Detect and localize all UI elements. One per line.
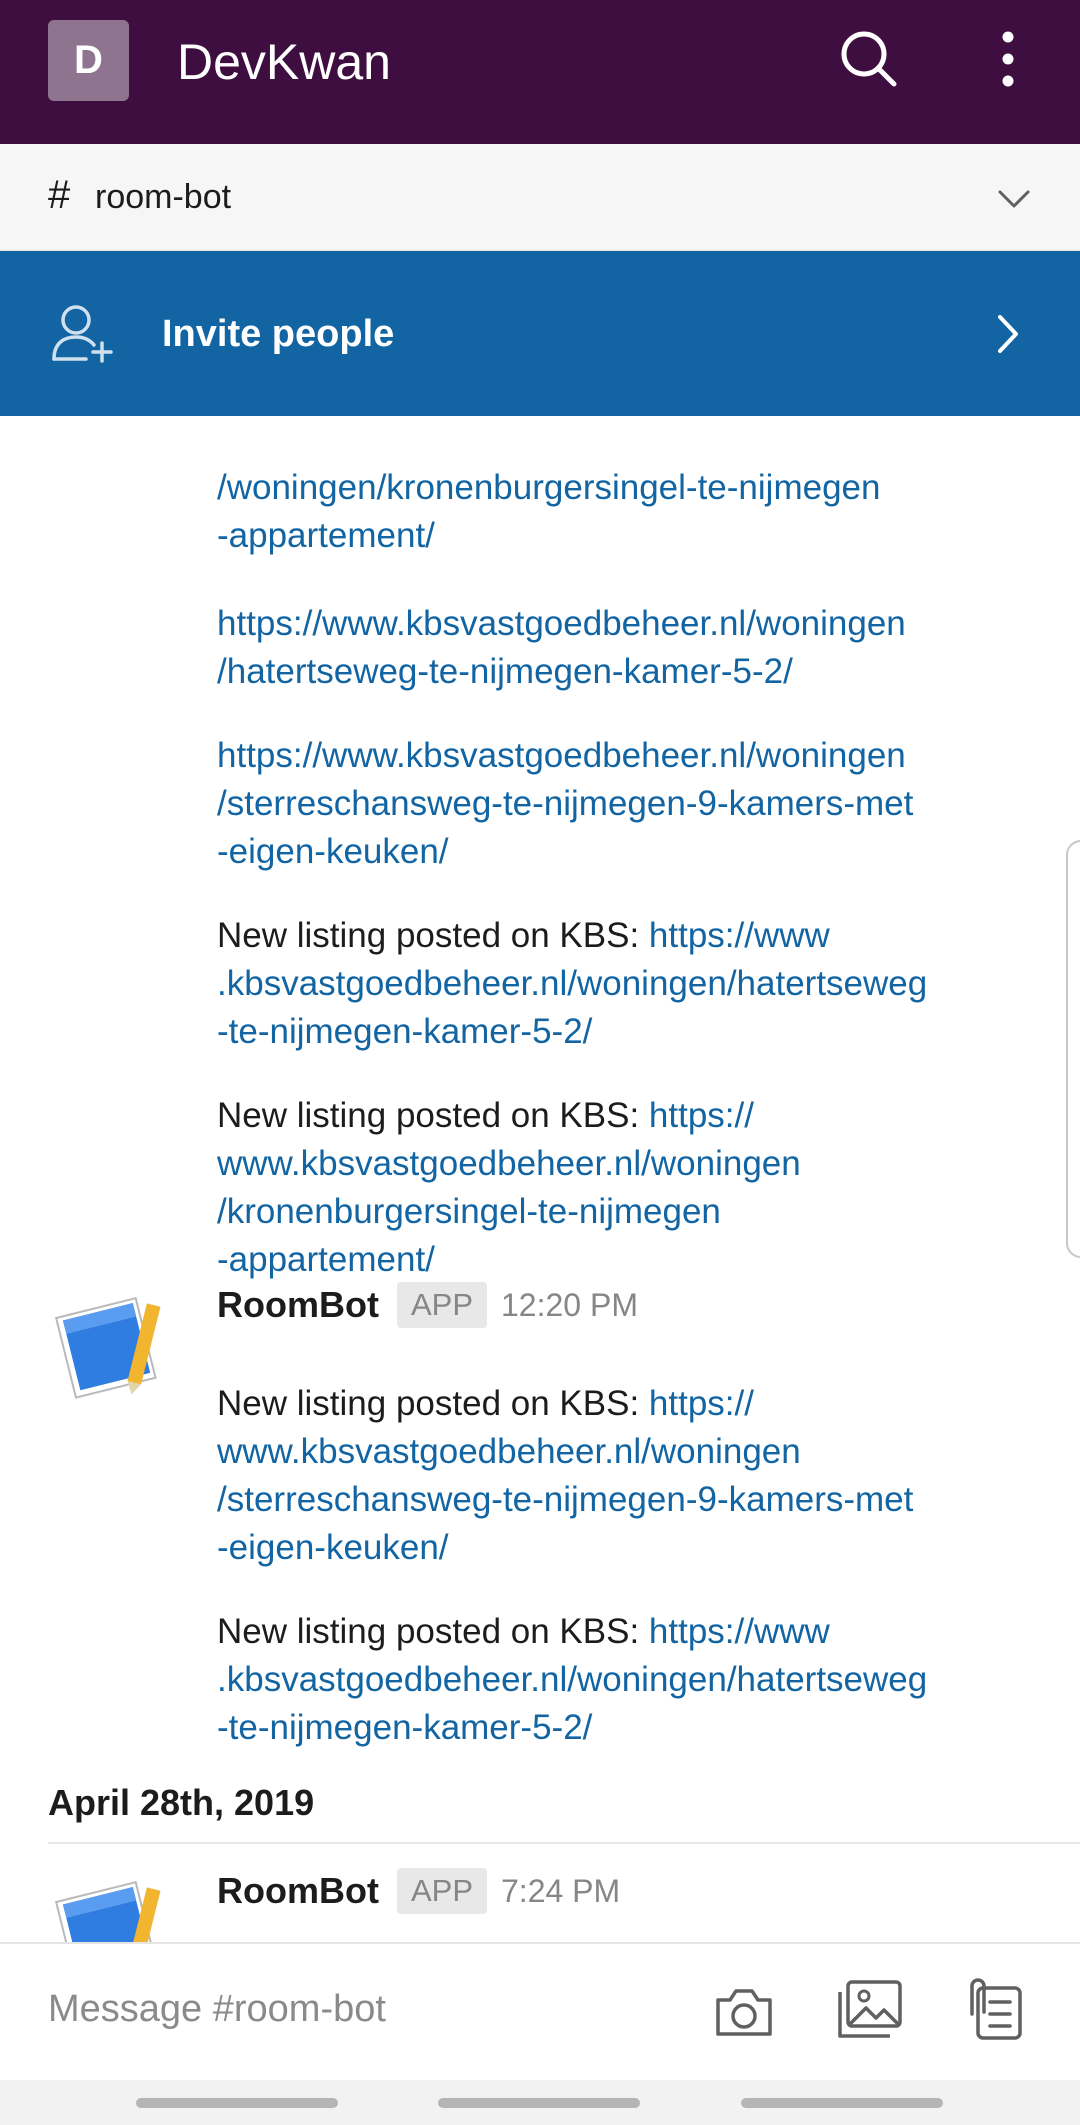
add-user-icon xyxy=(52,305,113,363)
nav-handle-left[interactable] xyxy=(136,2098,338,2108)
gallery-icon[interactable] xyxy=(836,1978,904,2042)
message-text: https://www.kbsvastgoedbeheer.nl/woninge… xyxy=(217,684,1037,876)
message-text: New listing posted on KBS: https:// www.… xyxy=(217,1332,1037,1572)
more-options-icon[interactable] xyxy=(988,28,1028,90)
message-text: New listing posted on KBS: https:// www.… xyxy=(217,1044,1037,1284)
message-link[interactable]: /woningen/kronenburgersingel-te-nijmegen… xyxy=(217,468,880,555)
sender-name[interactable]: RoomBot xyxy=(217,1282,379,1328)
nav-handle-center[interactable] xyxy=(438,2098,640,2108)
system-navigation-bar xyxy=(0,2080,1080,2125)
invite-people-banner[interactable]: Invite people xyxy=(0,251,1080,416)
roombot-avatar[interactable] xyxy=(50,1872,168,1942)
message-text: New listing posted on KBS: https://www .… xyxy=(217,864,1037,1056)
message-text: https://www.kbsvastgoedbeheer.nl/woninge… xyxy=(217,552,1037,696)
message-link[interactable]: https://www.kbsvastgoedbeheer.nl/woninge… xyxy=(217,736,913,871)
date-divider-line xyxy=(48,1842,1080,1844)
message-composer: Message #room-bot xyxy=(0,1942,1080,2080)
message-link[interactable]: https://www.kbsvastgoedbeheer.nl/woninge… xyxy=(217,604,906,691)
message-prefix: New listing posted on KBS: xyxy=(217,916,649,955)
top-app-bar: D DevKwan xyxy=(0,0,1080,144)
message-timestamp[interactable]: 7:24 PM xyxy=(501,1868,620,1914)
attach-file-icon[interactable] xyxy=(964,1978,1024,2042)
date-divider: April 28th, 2019 xyxy=(48,1782,315,1823)
channel-name: room-bot xyxy=(95,178,232,216)
message-text: New listing posted on KBS: https://www .… xyxy=(217,1560,1037,1752)
workspace-name[interactable]: DevKwan xyxy=(177,32,391,92)
message-text: /woningen/kronenburgersingel-te-nijmegen… xyxy=(217,416,1037,560)
channel-header[interactable]: # room-bot xyxy=(0,144,1080,251)
message-input[interactable]: Message #room-bot xyxy=(48,1984,386,2034)
scroll-handle[interactable] xyxy=(1066,840,1080,1258)
sender-name[interactable]: RoomBot xyxy=(217,1868,379,1914)
message-timestamp[interactable]: 12:20 PM xyxy=(501,1282,638,1328)
search-icon[interactable] xyxy=(838,28,900,90)
message-list[interactable]: /woningen/kronenburgersingel-te-nijmegen… xyxy=(0,416,1080,1942)
chevron-down-icon[interactable] xyxy=(994,180,1034,220)
chevron-right-icon xyxy=(998,315,1018,353)
workspace-avatar[interactable]: D xyxy=(48,20,129,101)
app-badge: APP xyxy=(397,1868,487,1914)
nav-handle-right[interactable] xyxy=(741,2098,943,2108)
app-badge: APP xyxy=(397,1282,487,1328)
invite-people-label: Invite people xyxy=(162,313,395,355)
message-prefix: New listing posted on KBS: xyxy=(217,1384,649,1423)
message-prefix: New listing posted on KBS: xyxy=(217,1096,649,1135)
channel-hash-icon: # xyxy=(48,173,71,217)
roombot-avatar[interactable] xyxy=(50,1288,168,1400)
camera-icon[interactable] xyxy=(712,1982,776,2042)
message-prefix: New listing posted on KBS: xyxy=(217,1612,649,1651)
